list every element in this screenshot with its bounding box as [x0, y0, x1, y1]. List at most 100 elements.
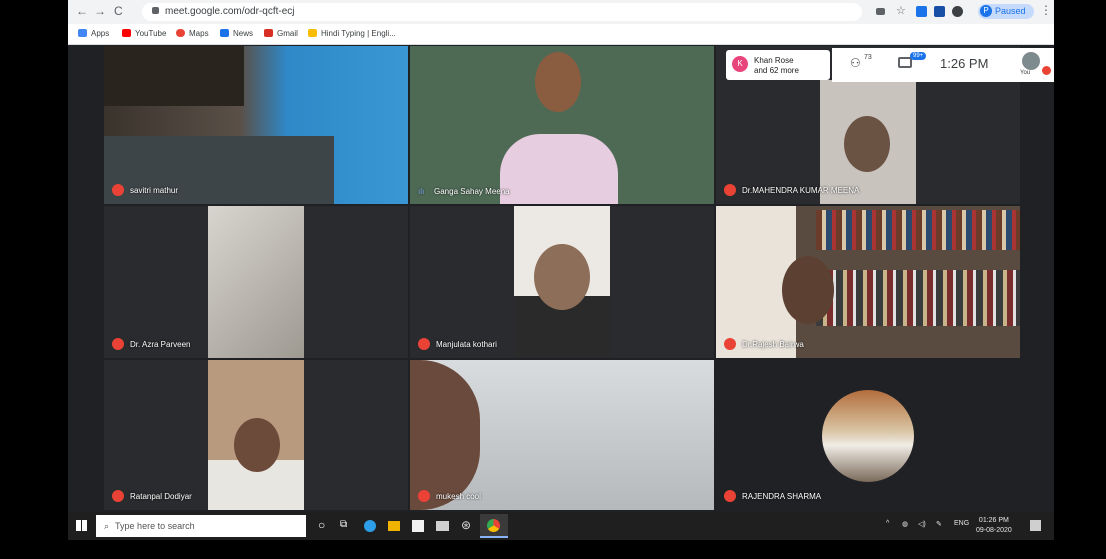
gmail-icon	[264, 29, 273, 37]
meet-top-bar: ⚇ 73 99+ 1:26 PM You	[832, 48, 1054, 82]
taskbar-clock[interactable]: 01:26 PM 09-08-2020	[976, 516, 1012, 536]
taskbar-search[interactable]: ⌕ Type here to search	[96, 515, 306, 537]
avatar: K	[732, 56, 748, 72]
participant-tile[interactable]: Manjulata kothari	[410, 206, 714, 358]
forward-icon[interactable]: →	[94, 4, 106, 18]
language-indicator[interactable]: ENG	[954, 520, 969, 527]
mic-off-icon	[418, 338, 430, 350]
participant-tile[interactable]: Ratanpal Dodiyar	[104, 360, 408, 510]
reload-icon[interactable]: C	[114, 4, 123, 18]
news-icon	[220, 29, 229, 37]
kebab-menu-icon[interactable]: ⋮	[1040, 3, 1052, 17]
video-feed	[208, 206, 304, 358]
participant-name-text: Manjulata kothari	[436, 340, 497, 349]
participant-name: Dr.MAHENDRA KUMAR MEENA	[724, 184, 859, 196]
browser-toolbar: ← → C meet.google.com/odr-qcft-ecj ☆ P Pa…	[68, 0, 1054, 24]
people-count: 73	[864, 54, 872, 61]
windows-start-icon[interactable]	[76, 520, 87, 531]
presenter-text: Khan Rose and 62 more	[754, 56, 799, 76]
participant-tile[interactable]: ılı Ganga Sahay Meena	[410, 46, 714, 204]
avatar: P	[980, 5, 992, 17]
chrome-icon	[487, 519, 500, 532]
youtube-icon	[122, 29, 131, 37]
person-head	[844, 116, 890, 172]
camera-icon[interactable]	[876, 8, 885, 15]
bookmark-label: Gmail	[277, 29, 298, 38]
bookmark-hindi-typing[interactable]: Hindi Typing | Engli...	[308, 29, 396, 38]
participant-name: savitri mathur	[112, 184, 178, 196]
chrome-taskbar-button[interactable]	[480, 514, 508, 538]
bookmark-label: Hindi Typing | Engli...	[321, 29, 396, 38]
mic-off-icon	[112, 490, 124, 502]
bookmark-gmail[interactable]: Gmail	[264, 29, 298, 38]
bookshelf	[816, 210, 1020, 250]
bookmarks-bar: Apps YouTube Maps News Gmail Hindi Typin…	[68, 24, 1054, 45]
presenter-card[interactable]: K Khan Rose and 62 more	[726, 50, 830, 80]
bookmark-label: YouTube	[135, 29, 167, 38]
participant-name-text: Dr.Rajesh Bairwa	[742, 340, 804, 349]
app-icon[interactable]: ⊛	[461, 518, 471, 532]
profile-button[interactable]: P Paused	[978, 4, 1034, 19]
participant-name-text: mukesh cool	[436, 492, 481, 501]
store-icon[interactable]	[412, 520, 424, 532]
back-icon[interactable]: ←	[76, 4, 88, 18]
video-background	[104, 46, 244, 106]
bookmark-apps[interactable]: Apps	[78, 29, 109, 38]
mic-off-icon	[112, 184, 124, 196]
self-avatar[interactable]	[1022, 52, 1040, 70]
mic-off-icon	[724, 184, 736, 196]
edge-icon[interactable]	[364, 520, 376, 532]
apps-icon	[78, 29, 87, 37]
person-head	[782, 256, 834, 324]
participant-tile[interactable]: Dr. Azra Parveen	[104, 206, 408, 358]
pen-icon[interactable]: ✎	[936, 520, 942, 528]
person-head	[534, 244, 590, 310]
person-head	[535, 52, 581, 112]
participant-name-text: Ganga Sahay Meena	[434, 187, 510, 196]
meeting-clock: 1:26 PM	[940, 56, 989, 71]
screen: ← → C meet.google.com/odr-qcft-ecj ☆ P Pa…	[68, 0, 1054, 540]
network-icon[interactable]: ◍	[902, 520, 908, 528]
bookmark-youtube[interactable]: YouTube	[122, 29, 166, 38]
lock-icon	[152, 7, 159, 14]
task-view-icon[interactable]: ⧉	[340, 519, 347, 530]
clock-time: 01:26 PM	[978, 517, 1009, 524]
search-icon: ⌕	[104, 521, 110, 531]
volume-icon[interactable]: ◁)	[918, 520, 926, 528]
presenter-name: Khan Rose	[754, 56, 794, 65]
cortana-icon[interactable]: ○	[318, 518, 325, 532]
clock-date: 09-08-2020	[976, 527, 1012, 534]
mic-off-icon[interactable]	[1042, 66, 1051, 75]
mail-icon[interactable]	[436, 521, 449, 531]
avatar	[822, 390, 914, 482]
profile-label: Paused	[995, 6, 1026, 16]
chat-badge: 99+	[910, 52, 927, 60]
bookmark-label: Apps	[91, 29, 110, 38]
people-icon[interactable]: ⚇	[850, 56, 861, 70]
extension-icon[interactable]	[916, 6, 927, 17]
file-explorer-icon[interactable]	[388, 521, 400, 531]
participant-tile[interactable]: mukesh cool	[410, 360, 714, 510]
bookmark-label: News	[233, 29, 254, 38]
address-bar[interactable]: meet.google.com/odr-qcft-ecj	[142, 3, 862, 21]
url-text: meet.google.com/odr-qcft-ecj	[165, 6, 295, 17]
puzzle-icon[interactable]	[952, 6, 963, 17]
speaking-indicator-icon: ılı	[418, 187, 425, 196]
participant-tile[interactable]: savitri mathur	[104, 46, 408, 204]
mic-off-icon	[724, 490, 736, 502]
extension-icon[interactable]	[934, 6, 945, 17]
notification-icon[interactable]	[1030, 520, 1041, 531]
bookshelf	[816, 270, 1020, 326]
participant-tile[interactable]: RAJENDRA SHARMA	[716, 360, 1020, 510]
participant-tile[interactable]: Dr.Rajesh Bairwa	[716, 206, 1020, 358]
presenter-more: and 62 more	[754, 66, 799, 75]
participant-name: Manjulata kothari	[418, 338, 497, 350]
bookmark-maps[interactable]: Maps	[176, 29, 209, 38]
taskbar: ⌕ Type here to search ○ ⧉ ⊛ ^ ◍ ◁) ✎ ENG …	[68, 512, 1054, 540]
person-head	[234, 418, 280, 472]
bookmark-news[interactable]: News	[220, 29, 253, 38]
participant-name: Dr.Rajesh Bairwa	[724, 338, 804, 350]
tray-arrow-icon[interactable]: ^	[886, 520, 889, 527]
star-icon[interactable]: ☆	[896, 4, 906, 17]
chat-icon[interactable]	[898, 57, 912, 68]
